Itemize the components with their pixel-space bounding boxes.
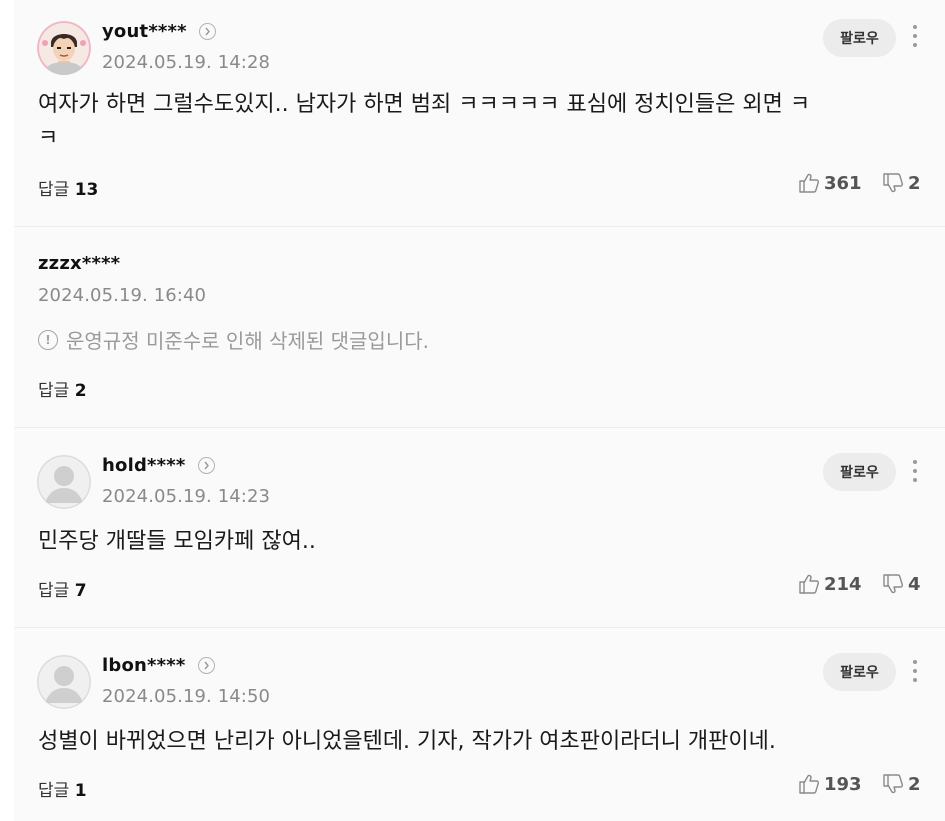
username-row[interactable]: hold**** (102, 455, 215, 476)
comment-item: yout**** 2024.05.19. 14:28 팔로우 여자가 하면 그럴… (14, 0, 945, 226)
username[interactable]: hold**** (102, 455, 186, 476)
comment-body: 성별이 바뀌었으면 난리가 아니었을텐데. 기자, 작가가 여초판이라더니 개판… (38, 729, 776, 754)
default-avatar-icon (37, 655, 91, 709)
comment-item: lbon**** 2024.05.19. 14:50 팔로우 성별이 바뀌었으면… (14, 628, 945, 821)
like-count: 193 (824, 773, 862, 795)
reply-count: 1 (74, 781, 87, 801)
username[interactable]: lbon**** (102, 655, 186, 676)
comment-date: 2024.05.19. 14:50 (102, 686, 271, 707)
comment-item: zzzx**** 2024.05.19. 16:40 ! 운영규정 미준수로 인… (14, 227, 945, 427)
reply-label: 답글 (38, 581, 70, 601)
reply-button[interactable]: 답글 2 (38, 376, 87, 401)
chevron-right-icon[interactable] (198, 23, 216, 40)
avatar[interactable] (37, 655, 91, 709)
default-avatar-icon (37, 455, 91, 509)
warning-icon: ! (38, 329, 58, 350)
chevron-right-icon[interactable] (197, 457, 215, 474)
thumbs-down-icon (882, 773, 904, 795)
dislike-count: 4 (908, 573, 921, 595)
thumbs-down-icon (882, 172, 904, 194)
username-row[interactable]: yout**** (102, 21, 216, 42)
like-button[interactable]: 214 (798, 573, 862, 595)
reply-button[interactable]: 답글 7 (38, 576, 87, 601)
comment-body: 여자가 하면 그럴수도있지.. 남자가 하면 범죄 ㅋㅋㅋㅋㅋ 표심에 정치인들… (38, 88, 908, 156)
comment-date: 2024.05.19. 14:23 (102, 486, 271, 507)
follow-button[interactable]: 팔로우 (823, 453, 896, 491)
username[interactable]: yout**** (102, 21, 187, 42)
thumbs-up-icon (798, 172, 820, 194)
like-count: 214 (824, 573, 862, 595)
comment-list: yout**** 2024.05.19. 14:28 팔로우 여자가 하면 그럴… (0, 0, 945, 821)
more-vertical-icon[interactable] (904, 656, 926, 686)
thumbs-down-icon (882, 573, 904, 595)
comment-item: hold**** 2024.05.19. 14:23 팔로우 민주당 개딸들 모… (14, 428, 945, 627)
reply-label: 답글 (38, 781, 70, 801)
reply-count: 13 (74, 180, 99, 200)
like-button[interactable]: 193 (798, 773, 862, 795)
thumbs-up-icon (798, 573, 820, 595)
follow-button[interactable]: 팔로우 (823, 653, 896, 691)
chevron-right-icon[interactable] (197, 657, 215, 674)
reply-count: 7 (74, 581, 87, 601)
like-count: 361 (824, 172, 862, 194)
comment-body-line: 여자가 하면 그럴수도있지.. 남자가 하면 범죄 ㅋㅋㅋㅋㅋ 표심에 정치인들… (38, 92, 811, 117)
username-row[interactable]: lbon**** (102, 655, 215, 676)
deleted-notice-text: 운영규정 미준수로 인해 삭제된 댓글입니다. (66, 329, 429, 353)
avatar[interactable] (37, 455, 91, 509)
thumbs-up-icon (798, 773, 820, 795)
like-button[interactable]: 361 (798, 172, 862, 194)
dislike-count: 2 (908, 773, 921, 795)
reply-button[interactable]: 답글 13 (38, 175, 98, 200)
more-vertical-icon[interactable] (904, 456, 926, 486)
follow-button[interactable]: 팔로우 (823, 19, 896, 57)
comment-body: 민주당 개딸들 모임카페 잖여.. (38, 529, 316, 554)
dislike-button[interactable]: 2 (882, 773, 921, 795)
avatar[interactable] (37, 21, 91, 75)
comment-date: 2024.05.19. 16:40 (38, 285, 207, 306)
comment-body-line: ㅋ (38, 126, 59, 151)
dislike-count: 2 (908, 172, 921, 194)
dislike-button[interactable]: 2 (882, 172, 921, 194)
deleted-notice: ! 운영규정 미준수로 인해 삭제된 댓글입니다. (38, 325, 429, 354)
more-vertical-icon[interactable] (904, 21, 926, 51)
username[interactable]: zzzx**** (38, 253, 120, 274)
reply-label: 답글 (38, 180, 70, 200)
comment-date: 2024.05.19. 14:28 (102, 52, 271, 73)
reply-button[interactable]: 답글 1 (38, 776, 87, 801)
reply-label: 답글 (38, 381, 70, 401)
dislike-button[interactable]: 4 (882, 573, 921, 595)
reply-count: 2 (74, 381, 87, 401)
character-avatar-image (37, 21, 91, 75)
